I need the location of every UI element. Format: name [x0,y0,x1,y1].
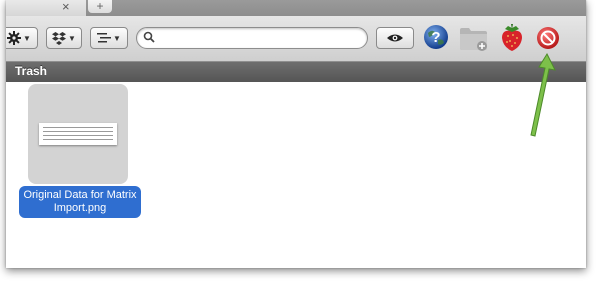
search-field[interactable] [136,27,368,49]
path-bar: Trash [6,62,586,82]
chevron-down-icon: ▼ [23,33,31,43]
new-folder-icon[interactable] [459,26,489,52]
dropbox-icon [52,31,67,45]
tab-strip: × + [6,0,586,16]
quicklook-button[interactable] [376,27,414,49]
arrange-button[interactable]: ▼ [90,27,128,49]
tab-current[interactable] [6,0,86,16]
action-button[interactable]: ▼ [6,27,38,49]
list-arrange-icon [97,33,112,43]
new-tab-button[interactable]: + [88,0,112,13]
file-thumbnail [39,123,117,145]
search-icon [143,31,155,43]
help-globe-icon[interactable]: ? [423,24,449,50]
chevron-down-icon: ▼ [68,33,76,43]
toolbar: ▼ ▼ ▼ ? [6,16,586,62]
file-name-label: Original Data for Matrix Import.png [19,186,141,218]
folder-title: Trash [15,64,48,78]
svg-text:?: ? [431,29,440,46]
search-input[interactable] [157,30,362,46]
strawberry-icon[interactable] [499,22,525,52]
tab-close-icon[interactable]: × [62,0,70,14]
no-entry-icon[interactable] [536,26,560,50]
finder-window: × + ▼ ▼ ▼ ? Trash Original Data for Matr… [6,0,586,268]
arrow-annotation [530,52,556,137]
gear-icon [7,31,22,45]
chevron-down-icon: ▼ [113,33,121,43]
eye-icon [387,34,403,42]
dropbox-button[interactable]: ▼ [46,27,82,49]
